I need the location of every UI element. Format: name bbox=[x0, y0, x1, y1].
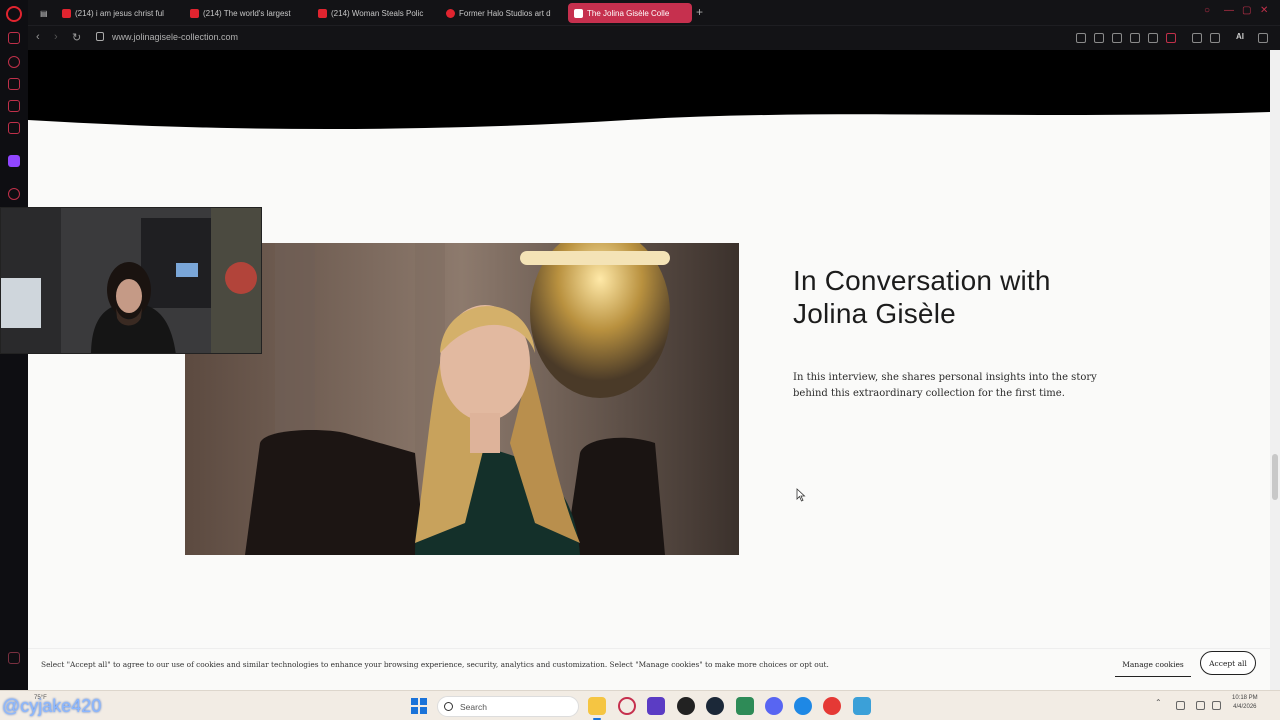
chrome-icon[interactable] bbox=[823, 697, 841, 715]
steam-icon[interactable] bbox=[706, 697, 724, 715]
opera-logo-icon[interactable] bbox=[6, 6, 22, 22]
history-icon[interactable] bbox=[8, 56, 20, 68]
streamer-handle: @cyjake420 bbox=[2, 696, 102, 716]
hero-wave-divider bbox=[28, 50, 1270, 129]
snipping-tool-icon[interactable] bbox=[853, 697, 871, 715]
obs-icon[interactable] bbox=[677, 697, 695, 715]
twitch-icon[interactable] bbox=[8, 155, 20, 167]
site-icon bbox=[574, 8, 583, 18]
tab-5-active[interactable]: The Jolina Gisèle Colle bbox=[568, 3, 692, 23]
search-placeholder: Search bbox=[460, 702, 487, 712]
snapshot-icon[interactable] bbox=[1112, 33, 1122, 43]
volume-icon[interactable] bbox=[1212, 701, 1221, 710]
mouse-cursor-icon bbox=[796, 488, 806, 502]
tab-label: (214) The world's largest bbox=[203, 8, 291, 18]
tab-label: Former Halo Studios art d bbox=[459, 8, 551, 18]
refresh-icon[interactable] bbox=[8, 32, 20, 44]
taskbar-search[interactable]: Search bbox=[437, 696, 579, 717]
menu-icon[interactable] bbox=[1258, 33, 1268, 43]
edge-icon[interactable] bbox=[794, 697, 812, 715]
profile-icon[interactable] bbox=[1192, 33, 1202, 43]
clock-time: 10:18 PM bbox=[1232, 695, 1258, 701]
webcam-feed-image bbox=[1, 208, 261, 353]
discord-icon[interactable] bbox=[765, 697, 783, 715]
pin-icon[interactable] bbox=[1094, 33, 1104, 43]
interview-video[interactable] bbox=[185, 243, 739, 555]
heart-icon[interactable] bbox=[1166, 33, 1176, 43]
tab-2[interactable]: (214) The world's largest bbox=[184, 3, 308, 23]
shield-icon[interactable] bbox=[8, 100, 20, 112]
app-v-icon[interactable] bbox=[647, 697, 665, 715]
tab-4[interactable]: Former Halo Studios art d bbox=[440, 3, 564, 23]
new-tab-button[interactable]: + bbox=[696, 5, 703, 19]
search-tabs-icon[interactable]: ○ bbox=[1204, 5, 1210, 16]
youtube-icon bbox=[190, 8, 199, 18]
tab-bar: ▤ (214) i am jesus christ ful (214) The … bbox=[28, 0, 1280, 26]
search-icon bbox=[444, 702, 453, 711]
close-icon[interactable]: ✕ bbox=[1260, 5, 1268, 16]
clock-date: 4/4/2026 bbox=[1233, 704, 1257, 710]
start-button[interactable] bbox=[411, 698, 427, 714]
download-icon[interactable] bbox=[1210, 33, 1220, 43]
windows-taskbar: 75°F Search ⌃ 10:18 PM 4/4/2026 bbox=[0, 690, 1280, 720]
address-bar: ‹ › ↻ www.jolinagisele-collection.com AI bbox=[28, 26, 1280, 50]
back-icon[interactable]: ‹ bbox=[36, 31, 40, 43]
split-view-icon[interactable] bbox=[1076, 33, 1086, 43]
manage-cookies-button[interactable]: Manage cookies bbox=[1115, 653, 1191, 677]
interview-heading: In Conversation with Jolina Gisèle bbox=[793, 264, 1051, 330]
page-viewport: In Conversation with Jolina Gisèle In th… bbox=[28, 50, 1270, 690]
more-icon[interactable] bbox=[8, 652, 20, 664]
youtube-icon bbox=[62, 8, 71, 18]
taskbar-clock[interactable]: 10:18 PM 4/4/2026 bbox=[1232, 694, 1258, 712]
minimize-icon[interactable]: — bbox=[1224, 5, 1234, 16]
play-icon[interactable] bbox=[1148, 33, 1158, 43]
interview-title-line1: In Conversation with bbox=[793, 265, 1051, 296]
video-still-image bbox=[185, 243, 739, 555]
interview-title-line2: Jolina Gisèle bbox=[793, 298, 956, 329]
notes-icon[interactable] bbox=[736, 697, 754, 715]
forward-icon[interactable]: › bbox=[54, 31, 58, 43]
opera-icon[interactable] bbox=[618, 697, 636, 715]
usb-icon[interactable] bbox=[1176, 701, 1185, 710]
maximize-icon[interactable]: ▢ bbox=[1242, 5, 1251, 16]
tab-label: (214) i am jesus christ ful bbox=[75, 8, 164, 18]
tab-label: (214) Woman Steals Polic bbox=[331, 8, 424, 18]
windows-logo-icon bbox=[411, 698, 418, 705]
tab-3[interactable]: (214) Woman Steals Polic bbox=[312, 3, 436, 23]
site-icon bbox=[446, 8, 455, 18]
instagram-icon[interactable] bbox=[8, 122, 20, 134]
page-scrollbar[interactable] bbox=[1270, 50, 1280, 690]
interview-description: In this interview, she shares personal i… bbox=[793, 372, 1097, 399]
network-icon[interactable] bbox=[1196, 701, 1205, 710]
webcam-overlay bbox=[0, 207, 262, 354]
tab-1[interactable]: (214) i am jesus christ ful bbox=[56, 3, 180, 23]
scrollbar-thumb[interactable] bbox=[1272, 454, 1278, 500]
tabs-menu-icon[interactable]: ▤ bbox=[34, 3, 52, 23]
ai-button[interactable]: AI bbox=[1236, 32, 1244, 41]
file-explorer-icon[interactable] bbox=[588, 697, 606, 720]
cookie-banner: Select "Accept all" to agree to our use … bbox=[28, 648, 1270, 690]
url-field[interactable]: www.jolinagisele-collection.com bbox=[112, 32, 238, 42]
reload-icon[interactable]: ↻ bbox=[72, 31, 81, 44]
accept-all-button[interactable]: Accept all bbox=[1200, 651, 1256, 675]
clock-icon[interactable] bbox=[8, 188, 20, 200]
tab-label: The Jolina Gisèle Colle bbox=[587, 8, 670, 18]
youtube-icon bbox=[318, 8, 327, 18]
cookie-message: Select "Accept all" to agree to our use … bbox=[41, 660, 829, 669]
tray-chevron-icon[interactable]: ⌃ bbox=[1155, 698, 1164, 707]
adblock-icon[interactable] bbox=[1130, 33, 1140, 43]
lock-icon bbox=[96, 32, 104, 41]
bag-icon[interactable] bbox=[8, 78, 20, 90]
